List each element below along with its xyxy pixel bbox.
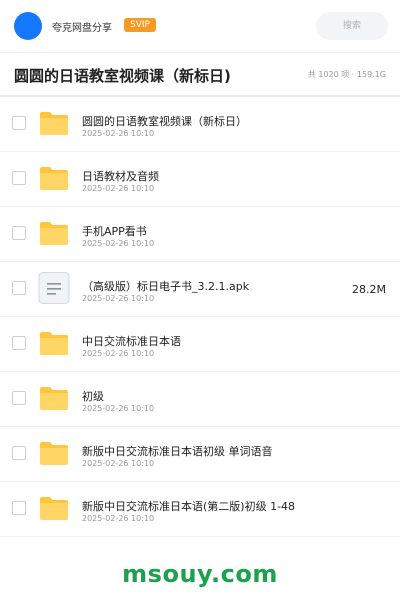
file-date: 2025-02-26 10:10	[82, 459, 155, 468]
row-checkbox[interactable]	[12, 171, 26, 185]
file-date: 2025-02-26 10:10	[82, 129, 155, 138]
file-date: 2025-02-26 10:10	[82, 349, 155, 358]
item-count-size: 共 1020 项 · 159.1G	[307, 70, 386, 79]
row-checkbox[interactable]	[12, 226, 26, 240]
file-size: 28.2M	[352, 283, 386, 296]
file-name: 日语教材及音频	[82, 170, 159, 183]
folder-icon	[38, 382, 70, 414]
folder-icon	[38, 217, 70, 249]
file-row[interactable]: 手机APP看书 2025-02-26 10:10	[0, 207, 400, 262]
folder-icon	[38, 107, 70, 139]
avatar[interactable]	[14, 12, 42, 40]
row-checkbox[interactable]	[12, 116, 26, 130]
file-list: 圆圆的日语教室视频课（新标日） 2025-02-26 10:10 日语教材及音频 20…	[0, 97, 400, 537]
page-title: 圆圆的日语教室视频课（新标日)	[14, 67, 231, 85]
row-checkbox[interactable]	[12, 446, 26, 460]
file-row[interactable]: 新版中日交流标准日本语(第二版)初级 1-48 2025-02-26 10:10	[0, 482, 400, 537]
file-name: （高级版）标日电子书_3.2.1.apk	[82, 280, 250, 293]
file-name: 新版中日交流标准日本语初级 单词语音	[82, 445, 273, 458]
file-row[interactable]: 日语教材及音频 2025-02-26 10:10	[0, 152, 400, 207]
file-name: 初级	[82, 390, 104, 403]
app-name: 夸克网盘分享	[52, 23, 112, 34]
folder-icon	[38, 492, 70, 524]
file-name: 新版中日交流标准日本语(第二版)初级 1-48	[82, 500, 296, 513]
file-date: 2025-02-26 10:10	[82, 294, 155, 303]
folder-icon	[38, 327, 70, 359]
watermark: msouy.com	[122, 560, 278, 588]
row-checkbox[interactable]	[12, 281, 26, 295]
row-checkbox[interactable]	[12, 336, 26, 350]
file-row[interactable]: 圆圆的日语教室视频课（新标日） 2025-02-26 10:10	[0, 97, 400, 152]
file-name: 手机APP看书	[82, 225, 147, 238]
row-checkbox[interactable]	[12, 391, 26, 405]
search-input[interactable]: 搜索	[316, 12, 388, 40]
file-date: 2025-02-26 10:10	[82, 514, 155, 523]
file-name: 圆圆的日语教室视频课（新标日）	[82, 115, 247, 128]
file-row[interactable]: 初级 2025-02-26 10:10	[0, 372, 400, 427]
folder-icon	[38, 437, 70, 469]
file-date: 2025-02-26 10:10	[82, 239, 155, 248]
file-date: 2025-02-26 10:10	[82, 184, 155, 193]
row-checkbox[interactable]	[12, 501, 26, 515]
top-bar: 夸克网盘分享 SVIP 搜索	[0, 0, 400, 52]
folder-icon	[38, 162, 70, 194]
file-row[interactable]: 新版中日交流标准日本语初级 单词语音 2025-02-26 10:10	[0, 427, 400, 482]
file-row[interactable]: （高级版）标日电子书_3.2.1.apk 2025-02-26 10:10 28.2…	[0, 262, 400, 317]
svip-badge: SVIP	[124, 18, 156, 32]
file-name: 中日交流标准日本语	[82, 335, 181, 348]
file-date: 2025-02-26 10:10	[82, 404, 155, 413]
title-row: 圆圆的日语教室视频课（新标日) 共 1020 项 · 159.1G	[0, 53, 400, 95]
file-row[interactable]: 中日交流标准日本语 2025-02-26 10:10	[0, 317, 400, 372]
apk-file-icon	[38, 272, 70, 304]
